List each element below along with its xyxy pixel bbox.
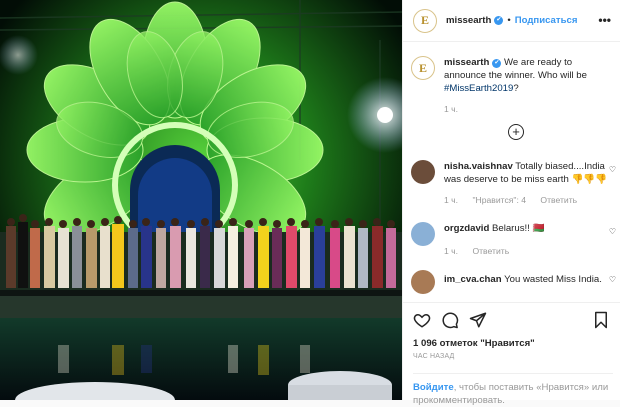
comment-username[interactable]: orgzdavid [444, 223, 489, 234]
follow-button[interactable]: Подписаться [515, 15, 578, 26]
comment-avatar[interactable] [411, 270, 435, 294]
verified-badge-icon: ✔ [494, 16, 504, 25]
comment-reply-button[interactable]: Ответить [540, 195, 577, 205]
comment-avatar[interactable] [411, 160, 435, 184]
caption-meta: 1 ч. [444, 103, 616, 116]
caption-text-end: ? [513, 83, 519, 94]
post-timestamp: ЧАС НАЗАД [413, 353, 455, 360]
comment-meta: 1 ч. Ответить [444, 245, 616, 258]
comment-username[interactable]: im_cva.chan [444, 274, 502, 285]
comment-likes-count[interactable]: "Нравится": 4 [472, 195, 526, 205]
missearth-avatar[interactable]: E [413, 8, 437, 33]
comment-item: nisha.vaishnav Totally biased....India w… [411, 160, 616, 207]
instagram-post: E missearth ✔ • Подписаться ••• E missea… [0, 0, 620, 406]
more-options-icon[interactable]: ••• [598, 13, 611, 27]
comment-time: 1 ч. [444, 195, 459, 205]
login-prompt: Войдите, чтобы поставить «Нравится» или … [413, 373, 613, 407]
caption-verified-badge-icon: ✔ [492, 59, 502, 68]
post-actions: 1 096 отметок "Нравится" ЧАС НАЗАД Войди… [403, 302, 620, 406]
caption-time: 1 ч. [444, 104, 459, 114]
post-photo[interactable] [0, 0, 402, 400]
speech-bubble-icon[interactable] [441, 311, 459, 329]
caption-username[interactable]: missearth [444, 57, 489, 68]
bookmark-icon[interactable] [593, 311, 609, 332]
caption-avatar[interactable]: E [411, 56, 435, 80]
comment-like-heart-icon[interactable]: ♡ [609, 273, 616, 286]
paper-plane-icon[interactable] [469, 311, 487, 329]
comment-text: You wasted Miss India. [504, 274, 602, 285]
comment-like-heart-icon[interactable]: ♡ [609, 225, 616, 238]
caption-logo-letter: E [418, 60, 427, 75]
caption-hashtag[interactable]: #MissEarth2019 [444, 83, 513, 94]
like-heart-icon[interactable] [413, 311, 431, 329]
comment-reply-button[interactable]: Ответить [472, 246, 509, 256]
comment-time: 1 ч. [444, 246, 459, 256]
comment-text: Belarus!! 🇧🇾 [491, 223, 545, 234]
comment-item: orgzdavid Belarus!! 🇧🇾 ♡ 1 ч. Ответить [411, 222, 616, 258]
login-link[interactable]: Войдите [413, 382, 454, 393]
comment-item: im_cva.chan You wasted Miss India. ♡ [411, 270, 616, 294]
post-side-panel: E missearth ✔ • Подписаться ••• E missea… [402, 0, 620, 406]
load-more-comments-button[interactable]: + [508, 124, 524, 140]
post-caption: E missearth ✔ We are ready to announce th… [411, 56, 616, 116]
header-username[interactable]: missearth [446, 15, 491, 26]
comment-like-heart-icon[interactable]: ♡ [609, 163, 616, 176]
comment-avatar[interactable] [411, 222, 435, 246]
likes-count[interactable]: 1 096 отметок "Нравится" [413, 338, 535, 349]
post-header: E missearth ✔ • Подписаться ••• [403, 0, 620, 42]
comment-meta: 1 ч. "Нравится": 4 Ответить [444, 194, 616, 207]
comment-username[interactable]: nisha.vaishnav [444, 161, 513, 172]
header-separator: • [507, 15, 511, 26]
missearth-logo-letter: E [420, 13, 429, 27]
pageant-stage-image [0, 0, 402, 400]
